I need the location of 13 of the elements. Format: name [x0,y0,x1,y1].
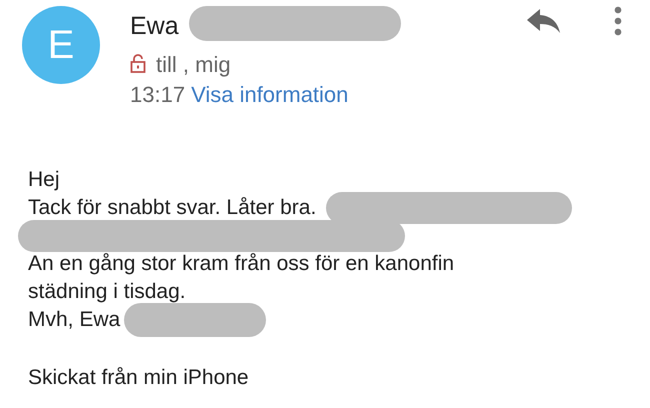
reply-icon[interactable] [526,7,562,35]
body-line: Mvh, Ewa [28,308,120,332]
body-line: Tack för snabbt svar. Låter bra. [28,196,316,220]
sender-name: Ewa [130,11,179,42]
more-options-icon[interactable] [614,6,622,36]
body-line: Hej [28,168,60,192]
avatar: E [22,6,100,84]
body-line: An en gång stor kram från oss för en kanonfin [28,252,454,276]
body-line: Skickat från min iPhone [28,366,249,390]
time: 13:17 [130,81,186,109]
details-link[interactable]: Visa information [191,80,348,110]
body-line: städning i tisdag. [28,280,186,304]
recipients: till , mig [156,51,231,79]
